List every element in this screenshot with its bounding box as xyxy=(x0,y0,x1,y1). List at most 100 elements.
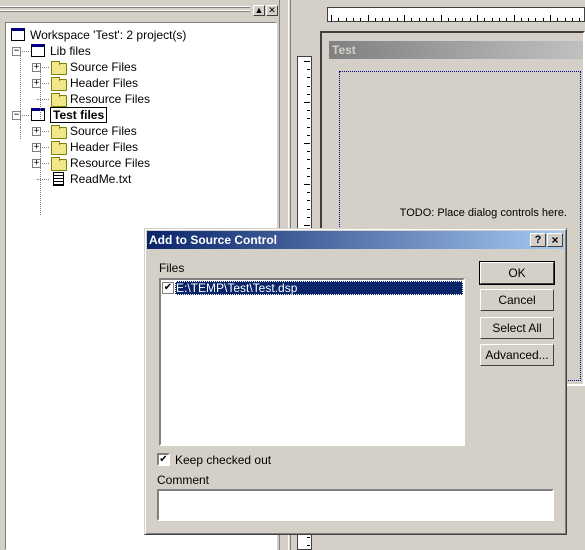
ruler-tick xyxy=(491,18,493,21)
select-all-button[interactable]: Select All xyxy=(480,317,554,339)
ruler-tick xyxy=(389,18,391,21)
ruler-tick xyxy=(396,18,398,21)
tree-item-label: Lib files xyxy=(50,44,91,58)
ruler-tick xyxy=(307,126,310,128)
ruler-tick xyxy=(307,77,310,79)
tree-item-label: Resource Files xyxy=(70,92,151,106)
tree-item[interactable]: + Resource Files xyxy=(6,155,274,171)
ruler-tick xyxy=(307,85,310,87)
tree-item-label: Source Files xyxy=(70,124,137,138)
project-icon xyxy=(31,108,45,121)
tree-item[interactable]: Resource Files xyxy=(6,91,274,107)
ruler-tick xyxy=(404,15,405,21)
ruler-tick xyxy=(411,18,413,21)
advanced-button[interactable]: Advanced... xyxy=(480,344,554,366)
ruler-tick xyxy=(307,167,310,169)
folder-icon xyxy=(51,93,67,107)
tree-line xyxy=(20,127,21,131)
cancel-button[interactable]: Cancel xyxy=(480,289,554,311)
keep-checked-out-checkbox[interactable]: ✔ xyxy=(157,453,170,466)
tree-line xyxy=(40,151,41,215)
tree-item[interactable]: − Test files xyxy=(6,107,274,123)
close-button[interactable]: × xyxy=(547,233,563,247)
tree-item-label: Test files xyxy=(50,107,108,123)
ruler-tick xyxy=(455,18,457,21)
ruler-tick xyxy=(542,18,544,21)
ruler-tick xyxy=(304,102,310,103)
ruler-tick xyxy=(535,18,537,21)
folder-icon xyxy=(51,125,67,139)
ruler-tick xyxy=(484,18,486,21)
expand-icon[interactable]: + xyxy=(32,127,41,136)
ruler-tick xyxy=(331,15,332,21)
ruler-tick xyxy=(304,184,310,185)
ruler-tick xyxy=(307,544,310,546)
files-list[interactable]: ✔ E:\TEMP\Test\Test.dsp xyxy=(159,278,465,446)
folder-icon xyxy=(51,141,67,155)
ruler-tick xyxy=(477,15,478,21)
ruler-tick xyxy=(462,18,464,21)
text-file-icon xyxy=(53,172,64,186)
gripper[interactable] xyxy=(0,6,250,8)
ruler-tick xyxy=(338,18,340,21)
dialog-title: Add to Source Control xyxy=(149,233,277,247)
ruler-tick xyxy=(550,15,551,21)
ruler-tick xyxy=(307,208,310,210)
ruler-tick xyxy=(360,18,362,21)
tree-item[interactable]: + Source Files xyxy=(6,59,274,75)
keep-checked-out-label[interactable]: Keep checked out xyxy=(175,453,271,467)
tree-item-label: Header Files xyxy=(70,76,139,90)
ruler-tick xyxy=(352,18,354,21)
file-checkbox[interactable]: ✔ xyxy=(162,282,174,294)
ruler-tick xyxy=(367,15,369,21)
ruler-tick xyxy=(382,18,384,21)
ruler-tick xyxy=(307,134,310,136)
gripper[interactable] xyxy=(0,10,250,12)
help-button[interactable]: ? xyxy=(530,233,546,247)
project-icon xyxy=(31,44,45,57)
comment-input[interactable] xyxy=(157,489,554,521)
ruler-tick xyxy=(304,225,310,226)
tree-line xyxy=(37,179,49,180)
tree-item[interactable]: − Lib files xyxy=(6,43,274,59)
ruler-tick xyxy=(433,18,435,21)
ruler-tick xyxy=(307,69,310,71)
file-list-item[interactable]: ✔ E:\TEMP\Test\Test.dsp xyxy=(162,281,463,295)
workspace-icon xyxy=(11,28,25,41)
tree-item-label: Header Files xyxy=(70,140,139,154)
tree-item[interactable]: ReadMe.txt xyxy=(6,171,274,187)
ruler-tick xyxy=(513,15,515,21)
ruler-tick xyxy=(304,143,310,144)
close-panel-button[interactable]: ✕ xyxy=(266,5,278,16)
ruler-tick xyxy=(307,200,310,202)
tree-item-label: Source Files xyxy=(70,60,137,74)
todo-label[interactable]: TODO: Place dialog controls here. xyxy=(400,207,567,219)
tree-item[interactable]: Workspace 'Test': 2 project(s) xyxy=(6,27,274,43)
maximize-panel-button[interactable]: ▲ xyxy=(253,5,265,16)
ruler-tick xyxy=(307,151,310,153)
ruler-tick xyxy=(307,159,310,161)
ruler-tick xyxy=(520,18,522,21)
ruler-tick xyxy=(571,18,573,21)
dialog-titlebar[interactable]: Add to Source Control ? × xyxy=(147,231,564,249)
workspace-panel-header: ▲ ✕ xyxy=(0,0,280,20)
tree-item[interactable]: + Source Files xyxy=(6,123,274,139)
tree-line xyxy=(40,71,41,119)
folder-icon xyxy=(51,61,67,75)
ruler-tick xyxy=(307,175,310,177)
ruler-tick xyxy=(307,216,310,218)
tree-item-label: ReadMe.txt xyxy=(70,172,132,186)
design-dialog-titlebar: Test xyxy=(329,41,583,59)
file-path: E:\TEMP\Test\Test.dsp xyxy=(175,281,463,295)
ruler-tick xyxy=(307,110,310,112)
files-label: Files xyxy=(159,261,185,275)
ruler-tick xyxy=(307,536,310,538)
tree-item[interactable]: + Header Files xyxy=(6,139,274,155)
ruler-tick xyxy=(564,18,566,21)
ruler-tick xyxy=(440,15,442,21)
folder-icon xyxy=(51,157,67,171)
tree-item[interactable]: + Header Files xyxy=(6,75,274,91)
ruler-tick xyxy=(469,18,471,21)
ok-button[interactable]: OK xyxy=(479,261,555,285)
ruler-tick xyxy=(528,18,530,21)
